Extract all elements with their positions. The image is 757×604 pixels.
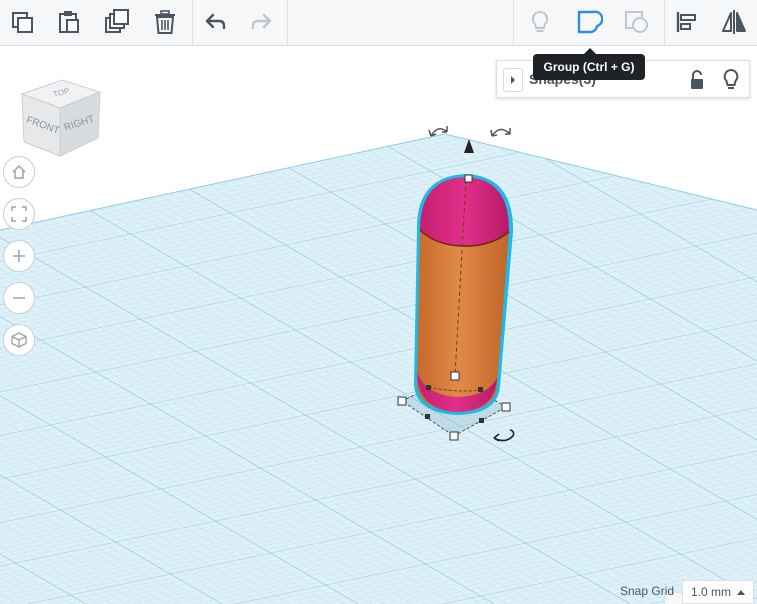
capsule-shape[interactable] [413, 173, 514, 416]
panel-expand-button[interactable] [503, 68, 523, 92]
snap-grid-label: Snap Grid [620, 584, 675, 598]
edge-handle[interactable] [478, 387, 483, 392]
edge-handle[interactable] [479, 418, 484, 423]
main-toolbar [0, 0, 757, 46]
undo-button[interactable] [196, 4, 234, 40]
toolbar-divider [664, 0, 665, 46]
edge-handle[interactable] [426, 385, 431, 390]
caret-up-icon [737, 590, 745, 595]
duplicate-icon [105, 9, 129, 33]
paste-icon [59, 11, 79, 33]
redo-button[interactable] [243, 4, 281, 40]
delete-button[interactable] [146, 4, 184, 40]
corner-handle[interactable] [397, 396, 407, 406]
height-handle[interactable] [464, 174, 473, 183]
zoom-out-button[interactable] [3, 282, 35, 314]
unlock-icon[interactable] [687, 69, 707, 91]
corner-handle[interactable] [501, 402, 511, 412]
edge-handle[interactable] [425, 414, 430, 419]
snap-grid-select[interactable]: 1.0 mm [682, 580, 754, 604]
3d-viewport[interactable]: TOP FRONT RIGHT Edit Grid Snap Grid 1.0 … [0, 46, 757, 604]
lightbulb-icon [531, 10, 549, 32]
home-icon [12, 164, 26, 179]
align-button[interactable] [668, 4, 706, 40]
rotate-handle-right[interactable] [490, 128, 511, 137]
toolbar-divider [513, 0, 514, 46]
align-icon [676, 12, 696, 32]
copy-icon [12, 12, 33, 33]
perspective-cube-icon [11, 332, 27, 348]
toolbar-divider [287, 0, 288, 46]
snap-grid-value: 1.0 mm [691, 585, 732, 599]
elevation-handle[interactable] [450, 371, 460, 381]
mirror-icon [722, 10, 746, 34]
copy-button[interactable] [3, 4, 41, 40]
trash-icon [155, 10, 175, 34]
ungroup-button[interactable] [618, 4, 656, 40]
toolbar-divider [192, 0, 193, 46]
zoom-in-button[interactable] [3, 240, 35, 272]
workplane-scene[interactable] [0, 46, 757, 604]
paste-button[interactable] [50, 4, 88, 40]
zoom-out-icon [13, 297, 25, 299]
duplicate-button[interactable] [98, 4, 136, 40]
view-cube[interactable]: TOP FRONT RIGHT [18, 76, 104, 162]
fit-view-button[interactable] [3, 198, 35, 230]
redo-icon [251, 13, 272, 30]
group-tooltip: Group (Ctrl + G) [533, 48, 645, 80]
chevron-right-icon [511, 76, 515, 84]
home-view-button[interactable] [3, 156, 35, 188]
hide-button[interactable] [521, 4, 559, 40]
group-button[interactable] [570, 4, 608, 40]
group-icon [577, 10, 603, 34]
mirror-button[interactable] [715, 4, 753, 40]
corner-handle[interactable] [449, 431, 459, 441]
perspective-button[interactable] [3, 324, 35, 356]
zoom-in-icon [13, 250, 25, 262]
ungroup-icon [625, 11, 648, 33]
lightbulb-icon[interactable] [721, 68, 741, 92]
workplane-grid [0, 134, 757, 604]
fit-view-icon [11, 206, 27, 222]
undo-icon [205, 13, 226, 30]
